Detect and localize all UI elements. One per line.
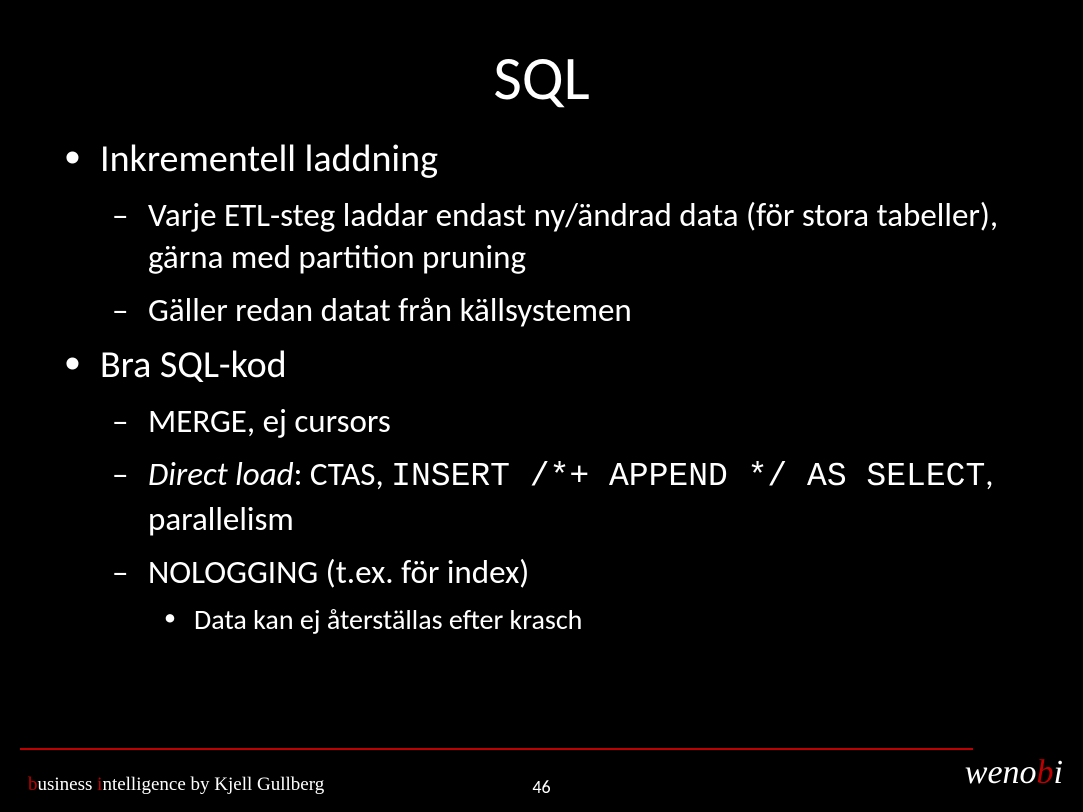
bullet-l2: NOLOGGING (t.ex. för index) Data kan ej … (100, 551, 1033, 638)
bullet-l2: Direct load: CTAS, INSERT /*+ APPEND */ … (100, 453, 1033, 542)
bullet-text: Gäller redan datat från källsystemen (148, 290, 632, 330)
logo: wenobi (965, 754, 1063, 792)
bullet-list: Inkrementell laddning Varje ETL-steg lad… (50, 136, 1033, 639)
footer-tagline: business intelligence by Kjell Gullberg (28, 774, 324, 796)
bullet-text: MERGE, ej cursors (148, 401, 391, 441)
bullet-text: Inkrementell laddning (100, 136, 438, 182)
bullet-text: Bra SQL-kod (100, 342, 287, 388)
bullet-text: Varje ETL-steg laddar endast ny/ändrad d… (148, 195, 998, 278)
page-number: 46 (532, 776, 550, 798)
bullet-l3: Data kan ej återställas efter krasch (148, 602, 1033, 638)
direct-load-code: INSERT /*+ APPEND */ AS SELECT (391, 458, 985, 495)
bullet-sublist: Varje ETL-steg laddar endast ny/ändrad d… (100, 194, 1033, 333)
footer: business intelligence by Kjell Gullberg … (0, 742, 1083, 812)
bullet-text: NOLOGGING (t.ex. för index) (148, 552, 529, 592)
direct-load-italic: Direct load (148, 454, 294, 494)
bullet-sublist: MERGE, ej cursors Direct load: CTAS, INS… (100, 400, 1033, 639)
direct-load-mid: : CTAS, (294, 454, 392, 494)
tagline-letter-b: b (28, 774, 38, 795)
slide: SQL Inkrementell laddning Varje ETL-steg… (0, 0, 1083, 812)
slide-title: SQL (50, 40, 1033, 116)
logo-i: i (1054, 754, 1063, 791)
bullet-l2: Gäller redan datat från källsystemen (100, 289, 1033, 332)
bullet-l2: MERGE, ej cursors (100, 400, 1033, 443)
bullet-text: Data kan ej återställas efter krasch (194, 602, 582, 637)
bullet-subsublist: Data kan ej återställas efter krasch (148, 602, 1033, 638)
bullet-l1: Inkrementell laddning Varje ETL-steg lad… (50, 136, 1033, 332)
bullet-l2: Varje ETL-steg laddar endast ny/ändrad d… (100, 194, 1033, 280)
tagline-usiness: usiness (38, 774, 98, 795)
logo-b: b (1037, 754, 1054, 791)
bullet-l1: Bra SQL-kod MERGE, ej cursors Direct loa… (50, 342, 1033, 638)
footer-divider (20, 748, 973, 750)
logo-pre: weno (965, 754, 1037, 791)
tagline-rest: ntelligence by Kjell Gullberg (102, 774, 324, 795)
